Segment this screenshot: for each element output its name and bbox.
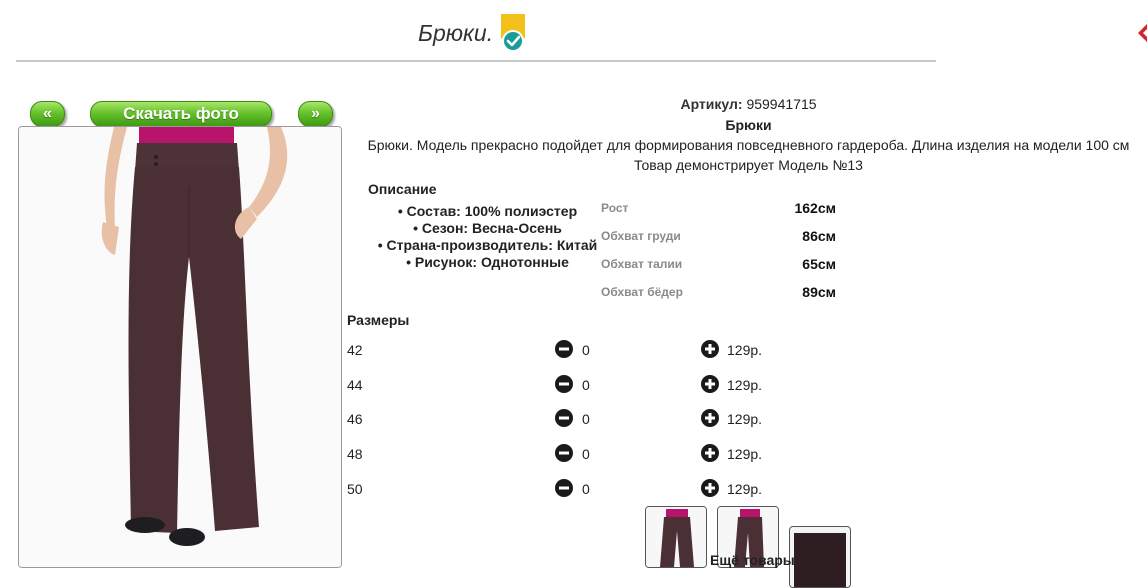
product-name: Брюки [725, 117, 772, 133]
quantity-value: 0 [582, 342, 590, 358]
price-value: 129р. [727, 446, 763, 462]
size-value: 46 [347, 411, 363, 427]
size-row: 44 0 129р. [347, 375, 847, 397]
product-description: Брюки. Модель прекрасно подойдет для фор… [367, 137, 1130, 153]
size-row: 50 0 129р. [347, 479, 847, 501]
quantity-value: 0 [582, 446, 590, 462]
size-row: 48 0 129р. [347, 444, 847, 466]
measure-value-height: 162см [794, 200, 836, 216]
size-value: 44 [347, 377, 363, 393]
description-item: Страна-производитель: Китай [350, 237, 625, 254]
sizes-heading: Размеры [347, 312, 410, 328]
quantity-value: 0 [582, 377, 590, 393]
thumbnail-image [646, 507, 706, 567]
close-icon[interactable] [1136, 20, 1147, 46]
more-products-heading: Ещё товары: [710, 552, 800, 568]
plus-icon[interactable] [701, 444, 719, 462]
size-row: 46 0 129р. [347, 409, 847, 431]
price-value: 129р. [727, 411, 763, 427]
measure-value-hips: 89см [802, 284, 836, 300]
next-photo-button[interactable]: » [298, 101, 333, 127]
description-item: Сезон: Весна-Осень [350, 220, 625, 237]
measure-value-waist: 65см [802, 256, 836, 272]
minus-icon[interactable] [555, 409, 573, 427]
thumbnail-front[interactable] [645, 506, 707, 568]
prev-photo-button[interactable]: « [30, 101, 65, 127]
model-note: Товар демонстрирует Модель №13 [634, 157, 863, 173]
quantity-value: 0 [582, 411, 590, 427]
page-title: Брюки. [418, 20, 494, 46]
product-photo[interactable] [18, 126, 342, 568]
minus-icon[interactable] [555, 375, 573, 393]
price-value: 129р. [727, 481, 763, 497]
article-line: Артикул: 959941715 [350, 96, 1147, 112]
plus-icon[interactable] [701, 375, 719, 393]
pants-photo-image [19, 127, 341, 567]
description-item: Рисунок: Однотонные [350, 254, 625, 271]
size-row: 42 0 129р. [347, 340, 847, 362]
size-value: 48 [347, 446, 363, 462]
size-value: 42 [347, 342, 363, 358]
description-list: Состав: 100% полиэстер Сезон: Весна-Осен… [350, 203, 625, 271]
description-item: Состав: 100% полиэстер [350, 203, 625, 220]
price-value: 129р. [727, 377, 763, 393]
minus-icon[interactable] [555, 444, 573, 462]
minus-icon[interactable] [555, 340, 573, 358]
verified-badge-icon [501, 14, 525, 52]
download-photo-button[interactable]: Скачать фото [90, 101, 272, 127]
article-value: 959941715 [746, 96, 817, 112]
plus-icon[interactable] [701, 479, 719, 497]
quantity-value: 0 [582, 481, 590, 497]
measure-label-chest: Обхват груди [601, 229, 681, 243]
minus-icon[interactable] [555, 479, 573, 497]
size-value: 50 [347, 481, 363, 497]
article-label: Артикул: [680, 96, 743, 112]
plus-icon[interactable] [701, 409, 719, 427]
description-heading: Описание [368, 181, 437, 197]
measure-label-waist: Обхват талии [601, 257, 683, 271]
measure-label-hips: Обхват бёдер [601, 285, 683, 299]
header-divider [16, 60, 936, 62]
measure-label-height: Рост [601, 201, 629, 215]
measure-value-chest: 86см [802, 228, 836, 244]
plus-icon[interactable] [701, 340, 719, 358]
price-value: 129р. [727, 342, 763, 358]
